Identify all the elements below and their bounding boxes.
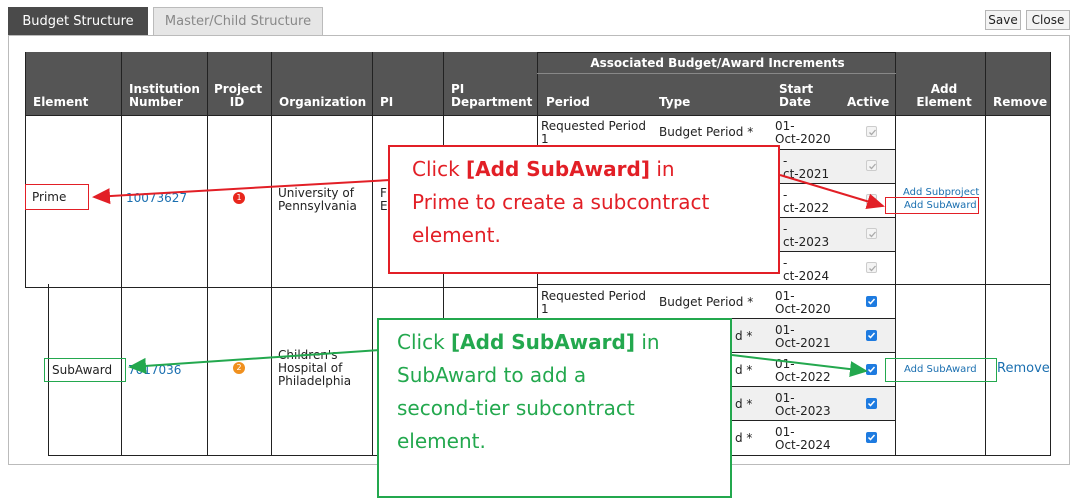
callout-subaward-instruction: Click [Add SubAward] in SubAward to add … bbox=[377, 318, 732, 498]
arrow-red-to-add-subaward bbox=[779, 174, 885, 210]
arrow-green-to-add-subaward bbox=[731, 354, 868, 378]
arrow-red-to-prime bbox=[92, 179, 391, 205]
arrow-green-to-subaward bbox=[128, 349, 381, 374]
callout-prime-instruction: Click [Add SubAward] in Prime to create … bbox=[388, 145, 780, 274]
